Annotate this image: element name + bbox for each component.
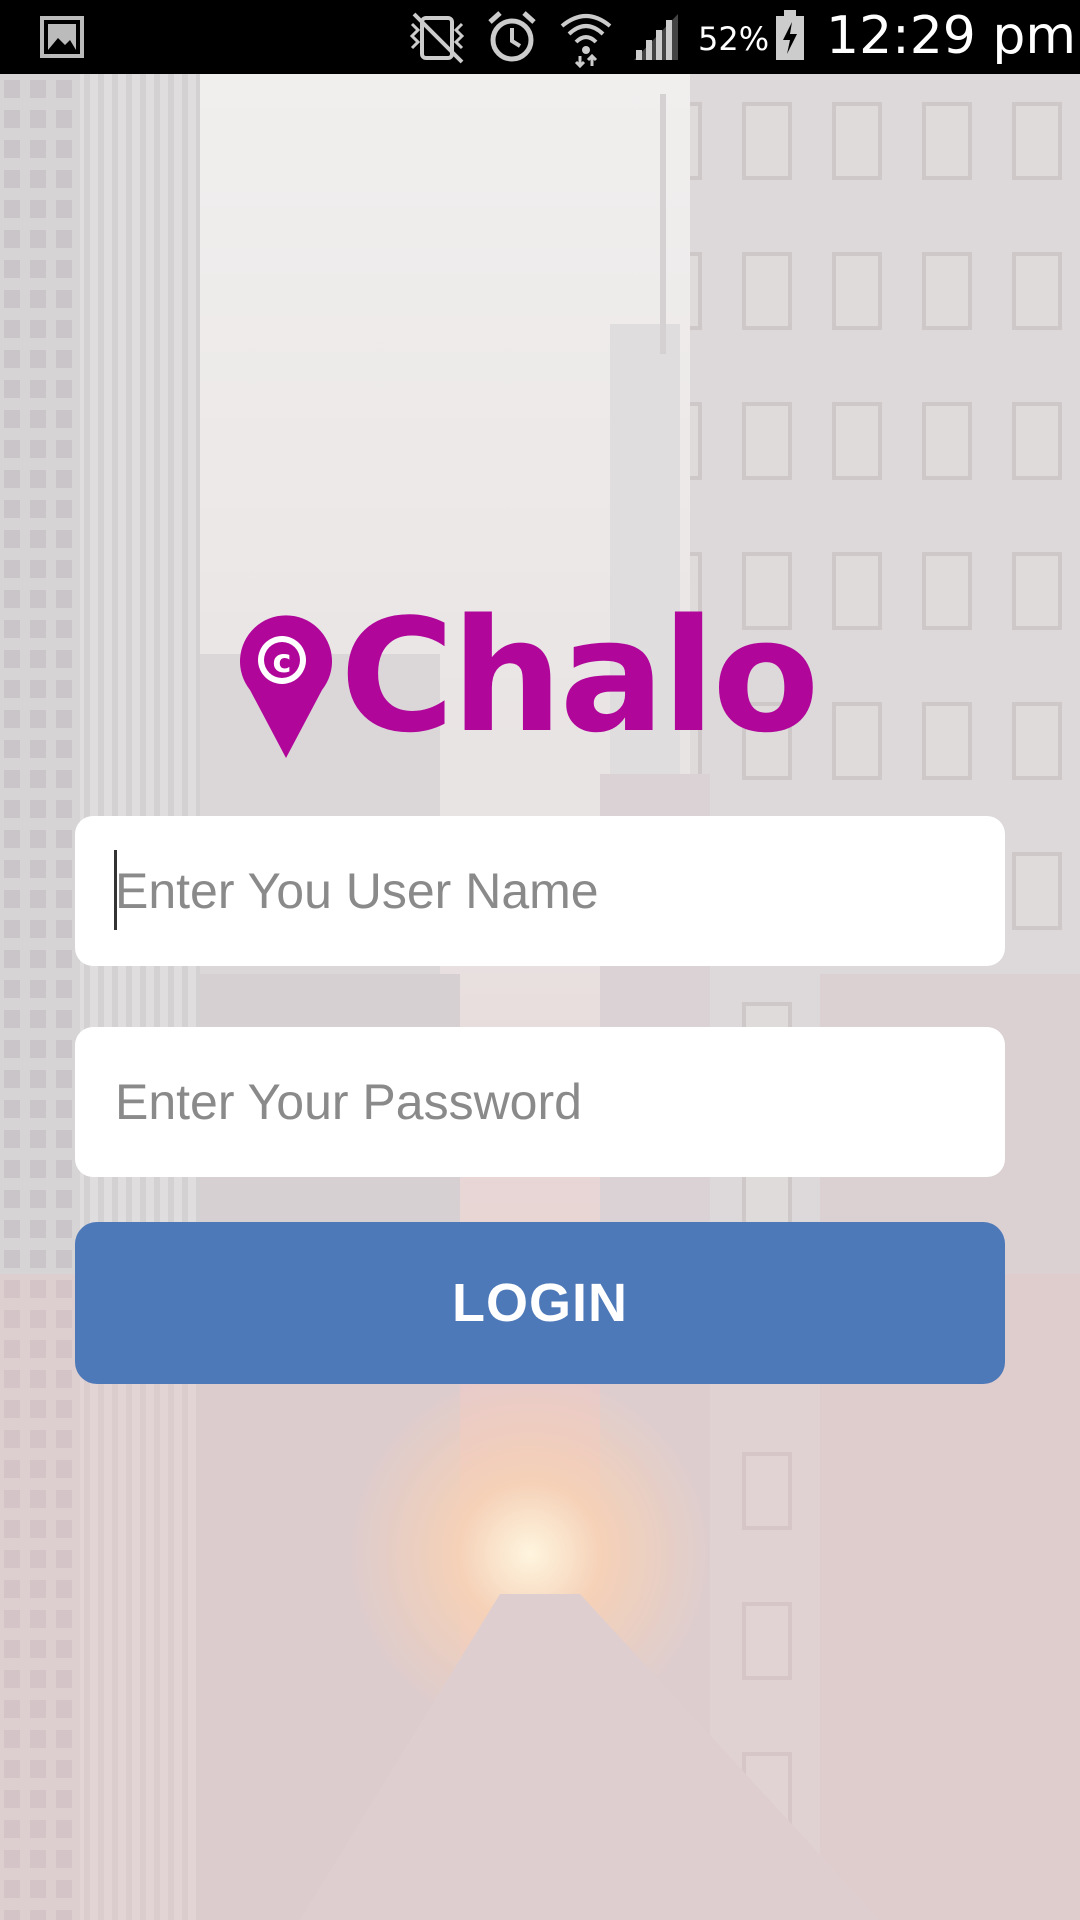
clock: 12:29 pm [826,6,1077,66]
signal-icon [634,14,678,60]
background-city-image [0,74,1080,1920]
location-pin-icon: c [240,615,332,758]
login-button[interactable]: LOGIN [75,1222,1005,1384]
wifi-icon [560,14,612,69]
svg-text:c: c [273,642,292,680]
vibrate-mute-icon [409,12,465,64]
battery-percent: 52% [698,20,770,58]
password-input[interactable] [75,1027,1005,1177]
status-bar: 52% 12:29 pm [0,0,1080,74]
battery-icon [776,10,804,60]
username-input[interactable] [75,816,1005,966]
text-cursor [114,850,117,930]
gallery-icon [40,16,84,58]
alarm-icon [488,11,536,62]
app-logo: c Chalo [236,598,856,764]
logo-text: Chalo [340,585,819,767]
